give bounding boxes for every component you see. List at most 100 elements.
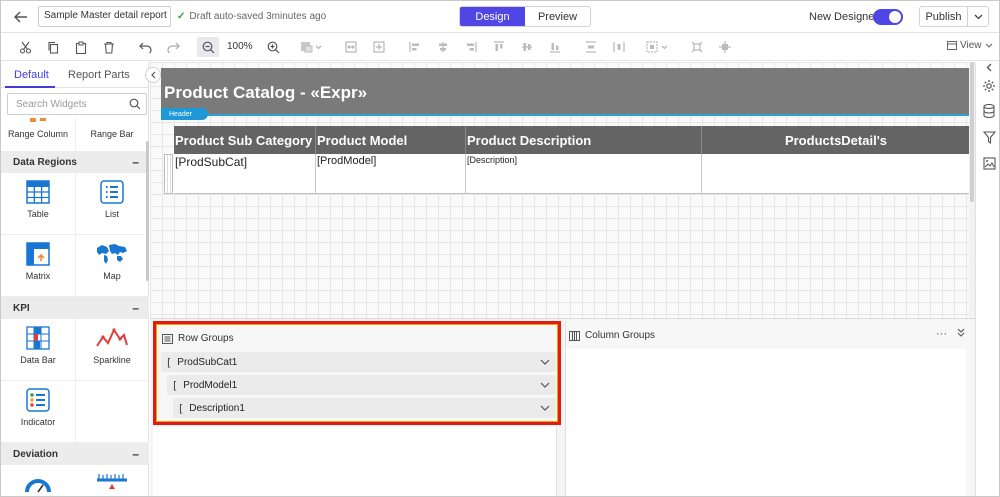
widget-data-bar[interactable]: Data Bar [1,326,75,366]
widget-indicator[interactable]: Indicator [1,388,75,428]
filter-button[interactable] [981,129,997,145]
zoom-out-button[interactable] [197,37,219,57]
arrange-button[interactable] [689,37,705,57]
category-kpi[interactable]: KPI – [1,297,149,319]
align-middle-button[interactable] [519,37,535,57]
category-data-regions[interactable]: Data Regions – [1,151,149,173]
widget-label: Range Column [7,129,69,139]
snap-button[interactable] [717,37,733,57]
select-box-icon [646,41,668,53]
preview-mode-button[interactable]: Preview [525,7,590,26]
grouping-panel: Row Groups [ProdSubCat1 [ProdModel1 [Des… [150,318,975,496]
chevron-left-icon [151,71,156,79]
table-cell[interactable]: [ProdModel] [316,154,466,194]
image-manager-button[interactable] [981,155,997,171]
distribute-horizontal-icon [613,42,625,52]
report-header-band[interactable]: Product Catalog - «Expr» Header [161,68,969,120]
snap-icon [719,41,731,53]
row-group-item[interactable]: [ProdModel1 [167,375,556,395]
gauge-icon [25,479,51,493]
range-column-icon [30,118,46,122]
widget-map[interactable]: Map [75,242,149,282]
table-header-cell[interactable]: Product Sub Category [174,126,316,154]
design-mode-button[interactable]: Design [460,7,525,26]
search-input[interactable] [8,94,118,114]
chevron-down-icon[interactable] [540,382,550,388]
widget-sparkline[interactable]: Sparkline [75,326,149,366]
more-options-icon[interactable]: ··· [936,328,947,340]
align-bottom-button[interactable] [547,37,563,57]
row-group-item[interactable]: [ProdSubCat1 [161,352,556,372]
copy-button[interactable] [45,37,61,57]
view-icon [947,41,957,50]
table-header-cell[interactable]: Product Model [316,126,466,154]
widget-gauge[interactable] [1,472,75,494]
tab-report-parts[interactable]: Report Parts [68,69,130,81]
fill-color-icon [301,42,322,53]
arrange-icon [691,41,703,53]
report-table[interactable]: Product Sub Category Product Model Produ… [174,126,969,195]
align-right-button[interactable] [463,37,479,57]
widget-range-column[interactable]: Range Column [1,118,75,140]
table-header-cell[interactable]: ProductsDetail's [702,126,969,154]
align-top-button[interactable] [491,37,507,57]
properties-rail [975,59,999,496]
database-icon [983,104,995,118]
widget-panel-scrollbar[interactable] [146,141,149,281]
paste-button[interactable] [73,37,89,57]
widget-label: Indicator [20,417,56,427]
table-cell[interactable]: [Description] [466,154,702,194]
bracket-icon: [ [167,355,172,369]
publish-button[interactable]: Publish [920,7,968,26]
collapse-panel-button[interactable] [145,67,161,83]
distribute-horizontal-button[interactable] [611,37,627,57]
settings-button[interactable] [981,78,997,94]
view-dropdown[interactable]: View [947,40,993,51]
search-icon [129,98,141,110]
new-designer-toggle[interactable] [873,9,903,25]
distribute-vertical-button[interactable] [583,37,599,57]
widget-matrix[interactable]: Matrix [1,242,75,282]
table-cell[interactable] [702,154,969,194]
table-row-handle[interactable] [164,154,173,194]
widget-list[interactable]: List [75,180,149,220]
expand-panel-button[interactable] [981,59,997,75]
align-top-icon [494,41,504,51]
data-button[interactable] [981,103,997,119]
row-group-item[interactable]: [Description1 [173,398,556,418]
redo-icon [166,42,180,53]
category-label: Data Regions [13,156,77,168]
table-header-cell[interactable]: Product Description [466,126,702,154]
tab-default[interactable]: Default [14,69,49,81]
column-groups-header: Column Groups [569,330,655,341]
widget-linear-gauge[interactable] [75,472,149,494]
chevron-down-icon[interactable] [540,359,550,365]
widget-table[interactable]: Table [1,180,75,220]
publish-dropdown[interactable] [968,7,988,26]
double-chevron-down-icon[interactable] [957,328,965,337]
widget-range-bar[interactable]: Range Bar [75,118,148,140]
split-cells-button[interactable] [371,37,387,57]
zoom-level[interactable]: 100% [227,41,253,52]
table-cell[interactable]: [ProdSubCat] [174,154,316,194]
undo-button[interactable] [137,37,153,57]
redo-button[interactable] [165,37,181,57]
chevron-down-icon[interactable] [540,405,550,411]
group-select-button[interactable] [645,37,671,57]
column-groups-drop-area[interactable] [566,349,966,496]
fill-color-button[interactable] [299,37,325,57]
category-deviation[interactable]: Deviation – [1,443,149,465]
column-groups-actions: ··· [936,328,965,340]
cut-button[interactable] [17,37,33,57]
delete-button[interactable] [101,37,117,57]
zoom-in-button[interactable] [265,37,281,57]
back-button[interactable] [11,7,31,27]
design-surface[interactable]: Product Catalog - «Expr» Header Product … [150,62,969,318]
scrollbar-thumb[interactable] [970,62,974,202]
widget-label: List [104,209,119,219]
merge-cells-button[interactable] [343,37,359,57]
align-left-button[interactable] [407,37,423,57]
align-center-button[interactable] [435,37,451,57]
report-name-field[interactable]: Sample Master detail report lis [38,6,171,27]
report-title-textbox[interactable]: Product Catalog - «Expr» [164,83,367,103]
